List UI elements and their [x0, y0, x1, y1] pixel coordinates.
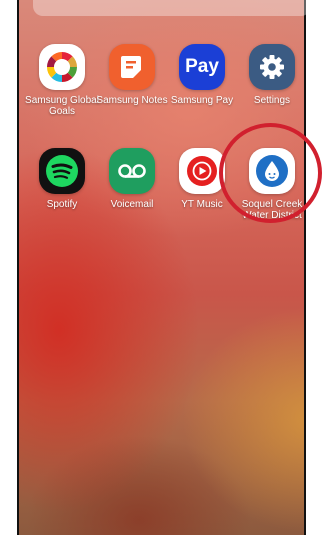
app-label: Samsung Pay	[170, 95, 234, 106]
highlight-circle	[219, 123, 322, 223]
spotify-icon	[39, 148, 85, 194]
notes-icon	[109, 44, 155, 90]
folder-top-bar	[33, 0, 306, 16]
app-label: Spotify	[46, 199, 78, 210]
phone-screen: Samsung Global Goals Samsung Notes Pay S…	[17, 0, 306, 535]
app-label: Samsung Notes	[96, 95, 168, 106]
app-label: Voicemail	[110, 199, 154, 210]
app-samsung-notes[interactable]: Samsung Notes	[95, 44, 169, 106]
app-voicemail[interactable]: Voicemail	[95, 148, 169, 210]
app-settings[interactable]: Settings	[235, 44, 306, 106]
app-samsung-pay[interactable]: Pay Samsung Pay	[165, 44, 239, 106]
gear-icon	[249, 44, 295, 90]
pay-icon: Pay	[179, 44, 225, 90]
global-goals-wheel-icon	[39, 44, 85, 90]
app-label: Settings	[253, 95, 291, 106]
voicemail-icon	[109, 148, 155, 194]
app-label: Samsung Global Goals	[25, 95, 99, 117]
app-samsung-global-goals[interactable]: Samsung Global Goals	[25, 44, 99, 117]
app-spotify[interactable]: Spotify	[25, 148, 99, 210]
